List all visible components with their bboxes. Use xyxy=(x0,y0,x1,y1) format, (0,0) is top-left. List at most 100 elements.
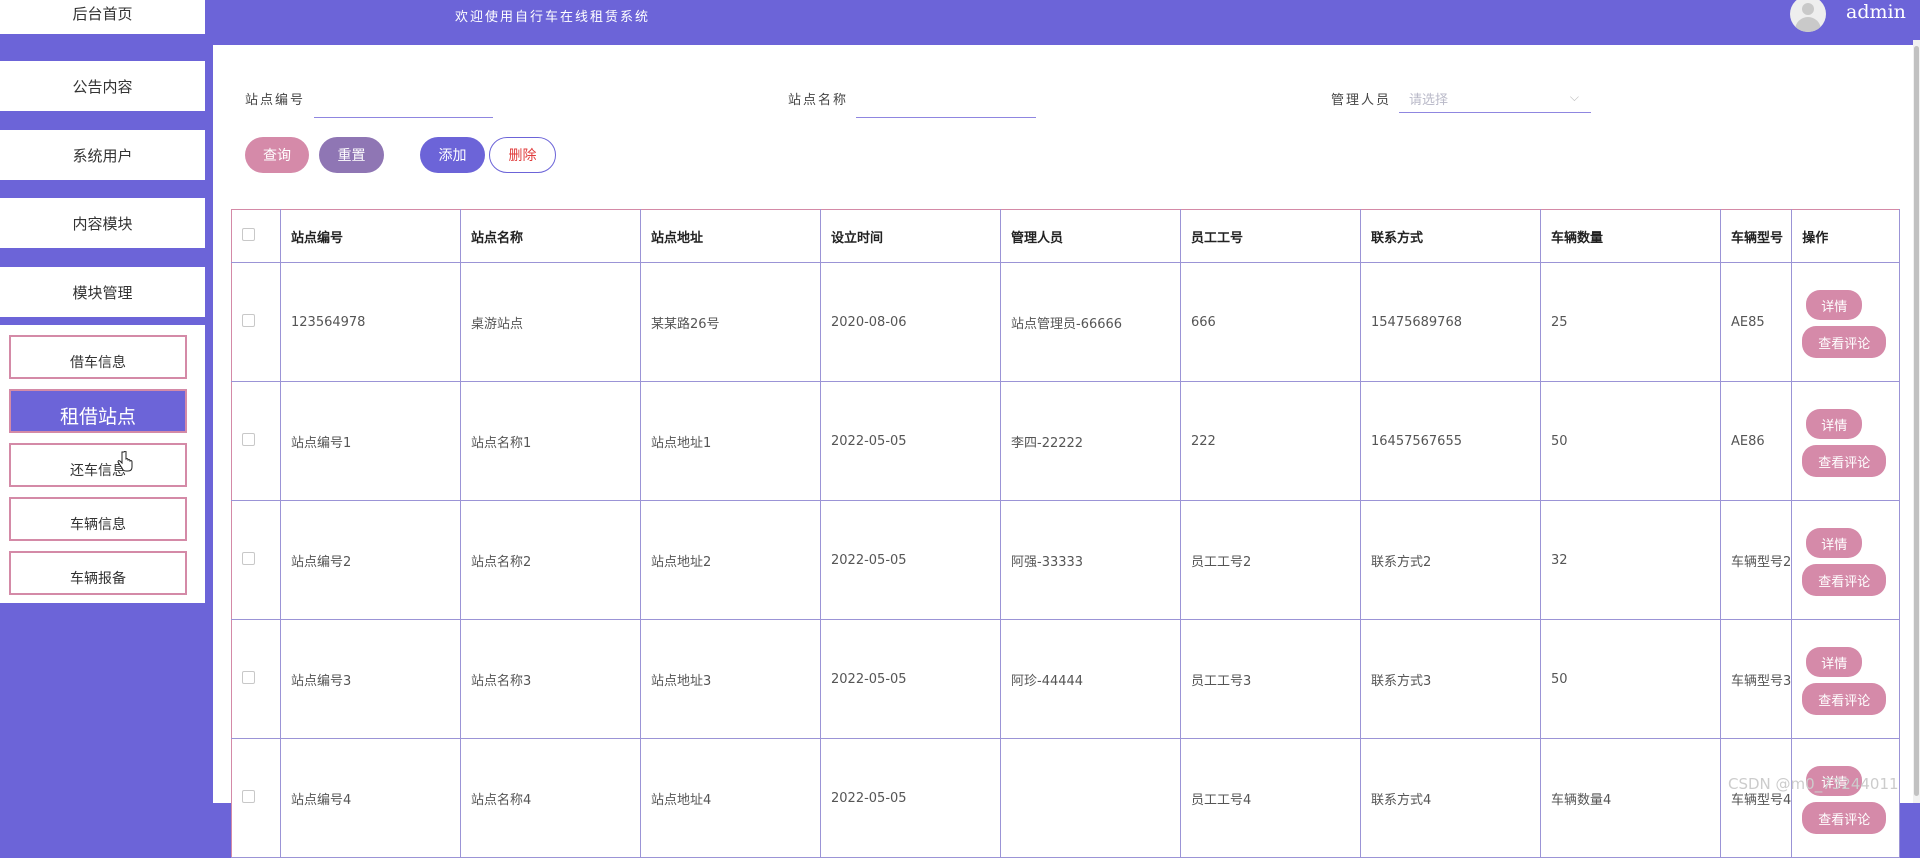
row-checkbox-cell xyxy=(231,500,281,620)
stations-table: 站点编号 站点名称 站点地址 设立时间 管理人员 员工工号 联系方式 车辆数量 … xyxy=(231,209,1901,858)
table-cell: 阿强-33333 xyxy=(1000,500,1181,620)
row-checkbox[interactable] xyxy=(242,789,255,803)
table-cell: 2020-08-06 xyxy=(820,262,1001,382)
table-cell: 站点编号2 xyxy=(280,500,461,620)
operations-cell: 详情 查看评论 xyxy=(1791,619,1901,739)
operations-cell: 详情 查看评论 xyxy=(1791,738,1901,858)
welcome-text: 欢迎使用自行车在线租赁系统 xyxy=(455,10,651,25)
operations-cell: 详情 查看评论 xyxy=(1791,262,1901,382)
sidebar-item-content-module[interactable]: 内容模块 xyxy=(0,198,205,248)
top-bar: 欢迎使用自行车在线租赁系统 admin xyxy=(205,0,1920,40)
table-cell: 站点地址3 xyxy=(640,619,821,739)
submenu-item-vehicle-info[interactable]: 车辆信息 xyxy=(9,497,187,541)
table-cell: 员工工号3 xyxy=(1180,619,1361,739)
submenu-item-rental-stations[interactable]: 租借站点 xyxy=(9,389,187,433)
row-checkbox[interactable] xyxy=(242,313,255,327)
table-cell: 联系方式3 xyxy=(1360,619,1541,739)
sidebar-item-module-management[interactable]: 模块管理 xyxy=(0,267,205,317)
table-cell: AE86 xyxy=(1719,381,1793,501)
table-header-row: 站点编号 站点名称 站点地址 设立时间 管理人员 员工工号 联系方式 车辆数量 … xyxy=(231,209,1901,263)
view-comments-button[interactable]: 查看评论 xyxy=(1802,564,1887,596)
table-cell: 2022-05-05 xyxy=(820,619,1001,739)
manager-select-placeholder: 请选择 xyxy=(1409,93,1449,108)
table-cell: 123564978 xyxy=(280,262,461,382)
table-cell: 站点名称3 xyxy=(460,619,641,739)
table-cell: 32 xyxy=(1540,500,1721,620)
scrollbar-thumb[interactable] xyxy=(1914,46,1919,796)
sidebar-item-home[interactable]: 后台首页 xyxy=(0,0,205,34)
station-name-input[interactable] xyxy=(856,93,1036,118)
view-comments-button[interactable]: 查看评论 xyxy=(1802,802,1887,834)
username[interactable]: admin xyxy=(1846,1,1906,23)
column-header: 联系方式 xyxy=(1360,209,1541,263)
table-cell: 666 xyxy=(1180,262,1361,382)
add-button[interactable]: 添加 xyxy=(420,137,485,173)
row-checkbox[interactable] xyxy=(242,432,255,446)
manager-select[interactable]: 请选择 ⌵ xyxy=(1399,88,1591,113)
station-code-input[interactable] xyxy=(314,93,493,118)
table-row: 123564978 桌游站点 某某路26号 2020-08-06 站点管理员-6… xyxy=(231,262,1901,382)
table-cell: 员工工号2 xyxy=(1180,500,1361,620)
table-cell xyxy=(1000,738,1181,858)
sidebar: 后台首页 公告内容 系统用户 内容模块 模块管理 借车信息 租借站点 还车信息 … xyxy=(0,0,205,803)
detail-button[interactable]: 详情 xyxy=(1806,409,1863,439)
row-checkbox-cell xyxy=(231,262,281,382)
operations-cell: 详情 查看评论 xyxy=(1791,500,1901,620)
column-header: 设立时间 xyxy=(820,209,1001,263)
table-row: 站点编号1 站点名称1 站点地址1 2022-05-05 李四-22222 22… xyxy=(231,381,1901,501)
avatar-head-shape xyxy=(1802,3,1814,15)
table-cell: 50 xyxy=(1540,381,1721,501)
submenu-item-return-info[interactable]: 还车信息 xyxy=(9,443,187,487)
detail-button[interactable]: 详情 xyxy=(1806,290,1863,320)
table-cell: 50 xyxy=(1540,619,1721,739)
select-all-checkbox[interactable] xyxy=(242,227,255,241)
view-comments-button[interactable]: 查看评论 xyxy=(1802,683,1887,715)
table-cell: 车辆型号3 xyxy=(1719,619,1793,739)
table-cell: 2022-05-05 xyxy=(820,738,1001,858)
column-header: 站点地址 xyxy=(640,209,821,263)
column-header: 站点名称 xyxy=(460,209,641,263)
table-cell: 站点地址4 xyxy=(640,738,821,858)
submenu-item-vehicle-report[interactable]: 车辆报备 xyxy=(9,551,187,595)
table-row: 站点编号3 站点名称3 站点地址3 2022-05-05 阿珍-44444 员工… xyxy=(231,619,1901,739)
table-cell: 站点名称1 xyxy=(460,381,641,501)
view-comments-button[interactable]: 查看评论 xyxy=(1802,445,1887,477)
table-cell: 2022-05-05 xyxy=(820,381,1001,501)
query-button[interactable]: 查询 xyxy=(245,137,309,173)
table-cell: 站点名称2 xyxy=(460,500,641,620)
reset-button[interactable]: 重置 xyxy=(319,137,384,173)
sidebar-submenu: 借车信息 租借站点 还车信息 车辆信息 车辆报备 xyxy=(0,325,205,603)
mouse-pointer-icon xyxy=(117,451,133,472)
vertical-scrollbar[interactable] xyxy=(1913,40,1920,803)
filter-station-name-label: 站点名称 xyxy=(788,93,849,108)
submenu-item-borrow-info[interactable]: 借车信息 xyxy=(9,335,187,379)
table-cell: 25 xyxy=(1540,262,1721,382)
table-cell: 222 xyxy=(1180,381,1361,501)
avatar[interactable] xyxy=(1790,0,1826,32)
table-cell: 联系方式4 xyxy=(1360,738,1541,858)
row-checkbox-cell xyxy=(231,381,281,501)
view-comments-button[interactable]: 查看评论 xyxy=(1802,326,1887,358)
row-checkbox[interactable] xyxy=(242,551,255,565)
detail-button[interactable]: 详情 xyxy=(1806,528,1863,558)
table-cell: 桌游站点 xyxy=(460,262,641,382)
row-checkbox-cell xyxy=(231,619,281,739)
sidebar-item-announcements[interactable]: 公告内容 xyxy=(0,61,205,111)
column-header: 操作 xyxy=(1791,209,1901,263)
table-cell: 站点地址1 xyxy=(640,381,821,501)
operations-cell: 详情 查看评论 xyxy=(1791,381,1901,501)
filter-manager-label: 管理人员 xyxy=(1331,93,1392,108)
column-header: 车辆型号 xyxy=(1719,209,1793,263)
table-cell: 车辆数量4 xyxy=(1540,738,1721,858)
table-cell: 站点地址2 xyxy=(640,500,821,620)
row-checkbox[interactable] xyxy=(242,670,255,684)
table-cell: AE85 xyxy=(1719,262,1793,382)
table-cell: 员工工号4 xyxy=(1180,738,1361,858)
delete-button[interactable]: 删除 xyxy=(489,137,556,173)
avatar-body-shape xyxy=(1795,17,1821,32)
detail-button[interactable]: 详情 xyxy=(1806,647,1863,677)
table-cell: 站点管理员-66666 xyxy=(1000,262,1181,382)
table-cell: 15475689768 xyxy=(1360,262,1541,382)
row-checkbox-cell xyxy=(231,738,281,858)
sidebar-item-system-users[interactable]: 系统用户 xyxy=(0,130,205,180)
